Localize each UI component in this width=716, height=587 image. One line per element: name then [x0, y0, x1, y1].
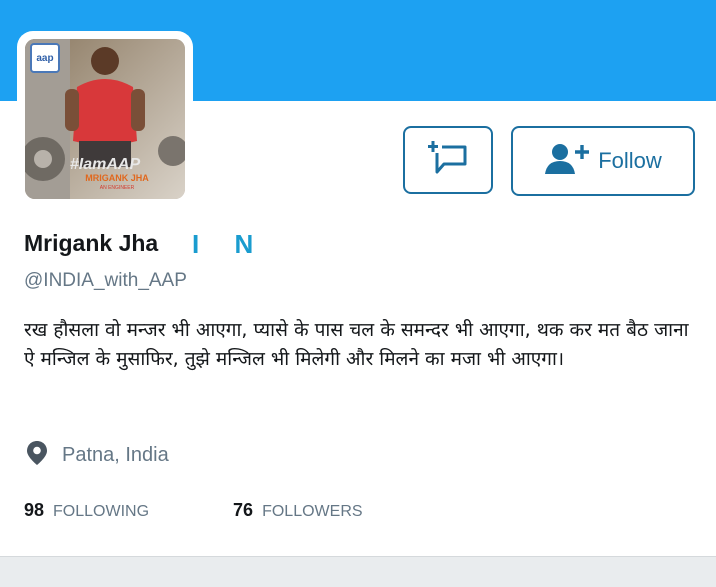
location-pin-icon — [26, 440, 48, 471]
following-label[interactable]: FOLLOWING — [53, 503, 149, 521]
avatar-frame: aap #IamAAP MRIGANK JHA AN ENGINEER — [17, 31, 193, 207]
avatar-hashtag-text: #IamAAP — [70, 156, 141, 173]
direct-message-button[interactable] — [403, 126, 493, 194]
followers-label[interactable]: FOLLOWERS — [262, 503, 362, 521]
follow-button-label: Follow — [598, 148, 662, 173]
profile-bio: रख हौसला वो मन्जर भी आएगा, प्यासे के पास… — [24, 319, 689, 370]
avatar[interactable]: aap #IamAAP MRIGANK JHA AN ENGINEER — [25, 39, 185, 199]
location-text: Patna, India — [62, 444, 169, 466]
avatar-logo-text: aap — [36, 53, 53, 64]
profile-stats: 98 FOLLOWING 76 FOLLOWERS — [24, 500, 363, 521]
verified-badge: I N — [192, 229, 268, 259]
followers-count[interactable]: 76 — [233, 500, 253, 521]
bottom-divider-bar — [0, 556, 716, 587]
profile-name: Mrigank Jha — [24, 230, 159, 256]
avatar-subtitle-text: AN ENGINEER — [100, 185, 135, 191]
new-message-icon — [428, 140, 468, 181]
following-count[interactable]: 98 — [24, 500, 44, 521]
add-user-icon — [544, 142, 590, 181]
profile-location: Patna, India — [26, 440, 169, 471]
profile-handle[interactable]: @INDIA_with_AAP — [24, 270, 187, 292]
follow-button[interactable]: Follow — [511, 126, 695, 196]
avatar-name-text: MRIGANK JHA — [85, 173, 149, 183]
